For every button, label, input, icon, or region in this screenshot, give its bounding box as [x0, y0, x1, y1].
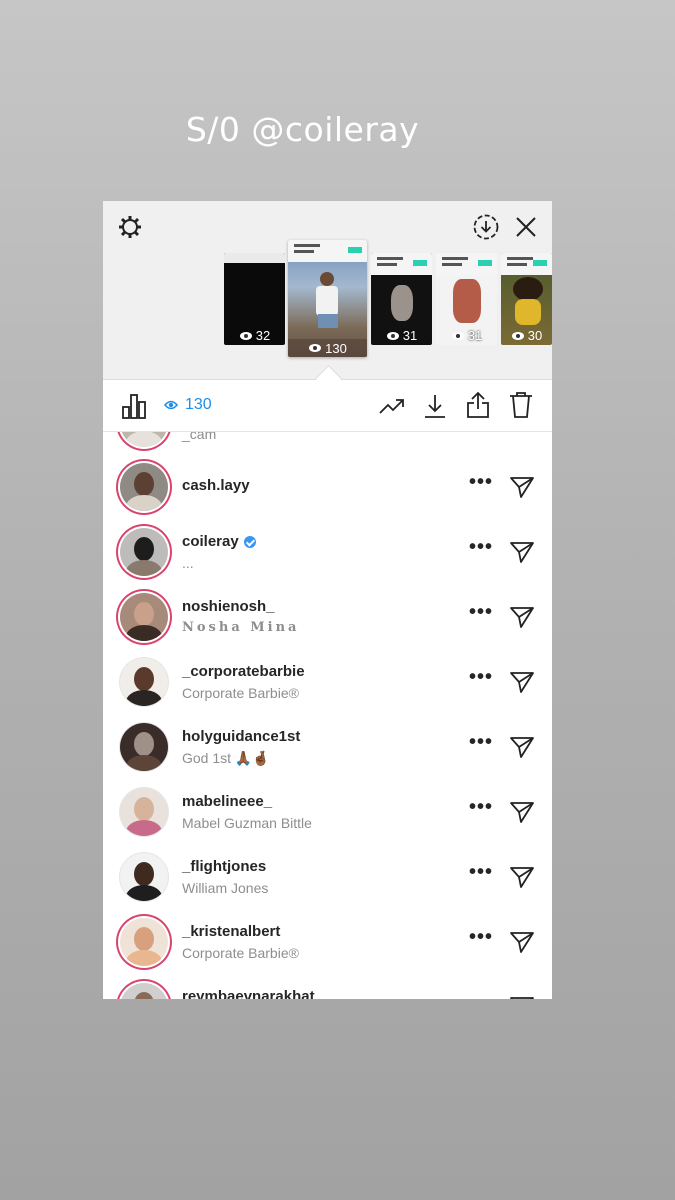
story-viewers-panel: 32 130 31 31 30 130 _cam cash.layy ••• c… — [103, 201, 552, 999]
viewer-fullname: ... — [182, 555, 194, 571]
trash-icon[interactable] — [507, 390, 535, 420]
story-caption: S/0 @coileray — [185, 110, 420, 149]
close-icon[interactable] — [513, 213, 539, 241]
insights-bar-chart-icon[interactable] — [119, 391, 149, 421]
thumbnail-view-count: 31 — [402, 328, 418, 343]
viewer-username[interactable]: reymbaevnarakhat — [182, 988, 315, 999]
eye-icon — [451, 331, 464, 340]
avatar[interactable] — [120, 528, 168, 576]
send-message-icon[interactable] — [509, 995, 535, 999]
more-options-icon[interactable]: ••• — [469, 667, 493, 687]
viewer-username[interactable]: mabelineee_ — [182, 793, 272, 810]
viewer-username[interactable]: _flightjones — [182, 858, 266, 875]
share-icon[interactable] — [464, 390, 492, 420]
send-message-icon[interactable] — [509, 735, 535, 764]
viewers-list: _cam cash.layy ••• coileray ... ••• nosh… — [103, 432, 552, 999]
viewer-fullname: Corporate Barbie® — [182, 685, 299, 701]
download-icon[interactable] — [421, 391, 449, 421]
download-circle-icon[interactable] — [472, 213, 500, 241]
thumbnail-view-count: 130 — [325, 340, 347, 356]
send-message-icon[interactable] — [509, 930, 535, 959]
story-thumbnails-header: 32 130 31 31 30 — [103, 201, 552, 380]
viewer-username[interactable]: _corporatebarbie — [182, 663, 305, 680]
avatar[interactable] — [120, 658, 168, 706]
eye-icon — [511, 331, 524, 340]
verified-badge-icon — [243, 535, 256, 548]
viewer-fullname: William Jones — [182, 880, 269, 896]
viewer-row[interactable]: _kristenalbert Corporate Barbie® ••• — [103, 910, 552, 975]
more-options-icon[interactable]: ••• — [469, 927, 493, 947]
viewer-row[interactable]: _corporatebarbie Corporate Barbie® ••• — [103, 650, 552, 715]
viewer-fullname: _cam — [182, 432, 217, 442]
viewer-username[interactable]: cash.layy — [182, 477, 250, 494]
more-options-icon[interactable]: ••• — [469, 732, 493, 752]
send-message-icon[interactable] — [509, 540, 535, 569]
viewer-username[interactable]: holyguidance1st — [182, 728, 300, 745]
more-options-icon[interactable]: ••• — [469, 602, 493, 622]
eye-icon — [164, 400, 178, 410]
story-thumbnail[interactable]: 31 — [436, 253, 497, 345]
viewer-fullname: Corporate Barbie® — [182, 945, 299, 961]
viewer-row[interactable]: coileray ... ••• — [103, 520, 552, 585]
avatar[interactable] — [120, 853, 168, 901]
viewer-fullname: Nosha Mina — [182, 620, 300, 635]
viewer-username[interactable]: coileray — [182, 533, 256, 550]
eye-icon — [309, 344, 322, 352]
thumbnail-view-count: 30 — [527, 328, 543, 343]
story-thumbnail[interactable]: 32 — [224, 253, 285, 345]
viewer-username-text[interactable]: coileray — [182, 533, 239, 550]
send-message-icon[interactable] — [509, 865, 535, 894]
more-options-icon[interactable]: ••• — [469, 472, 493, 492]
viewer-username[interactable]: _kristenalbert — [182, 923, 280, 940]
viewers-count[interactable]: 130 — [164, 396, 212, 414]
eye-icon — [239, 331, 252, 340]
send-message-icon[interactable] — [509, 605, 535, 634]
viewer-row[interactable]: holyguidance1st God 1st 🙏🏾🤞🏾 ••• — [103, 715, 552, 780]
thumbnail-view-count: 31 — [467, 328, 483, 343]
story-thumbnail[interactable]: 30 — [501, 253, 552, 345]
avatar[interactable] — [120, 593, 168, 641]
more-options-icon[interactable]: ••• — [469, 537, 493, 557]
viewer-row[interactable]: cash.layy ••• — [103, 455, 552, 520]
viewer-row[interactable]: mabelineee_ Mabel Guzman Bittle ••• — [103, 780, 552, 845]
eye-icon — [386, 331, 399, 340]
avatar[interactable] — [120, 788, 168, 836]
settings-gear-icon[interactable] — [117, 214, 143, 240]
viewer-username[interactable]: noshienosh_ — [182, 598, 275, 615]
send-message-icon[interactable] — [509, 670, 535, 699]
more-options-icon[interactable]: ••• — [469, 797, 493, 817]
viewer-row[interactable]: _cam — [103, 432, 552, 456]
viewer-row[interactable]: _flightjones William Jones ••• — [103, 845, 552, 910]
viewer-row[interactable]: noshienosh_ Nosha Mina ••• — [103, 585, 552, 650]
story-thumbnail[interactable]: 31 — [371, 253, 432, 345]
view-count-label: 130 — [185, 396, 212, 413]
avatar[interactable] — [120, 918, 168, 966]
viewer-row[interactable]: reymbaevnarakhat — [103, 975, 552, 999]
more-options-icon[interactable]: ••• — [469, 862, 493, 882]
send-message-icon[interactable] — [509, 475, 535, 504]
trending-icon[interactable] — [378, 392, 406, 420]
send-message-icon[interactable] — [509, 800, 535, 829]
avatar[interactable] — [120, 723, 168, 771]
viewer-fullname: Mabel Guzman Bittle — [182, 815, 312, 831]
avatar[interactable] — [120, 432, 168, 447]
avatar[interactable] — [120, 463, 168, 511]
viewer-fullname: God 1st 🙏🏾🤞🏾 — [182, 750, 270, 766]
story-thumbnail-selected[interactable]: 130 — [288, 240, 367, 357]
thumbnail-view-count: 32 — [255, 328, 271, 343]
avatar[interactable] — [120, 983, 168, 999]
story-toolbar: 130 — [103, 380, 552, 432]
